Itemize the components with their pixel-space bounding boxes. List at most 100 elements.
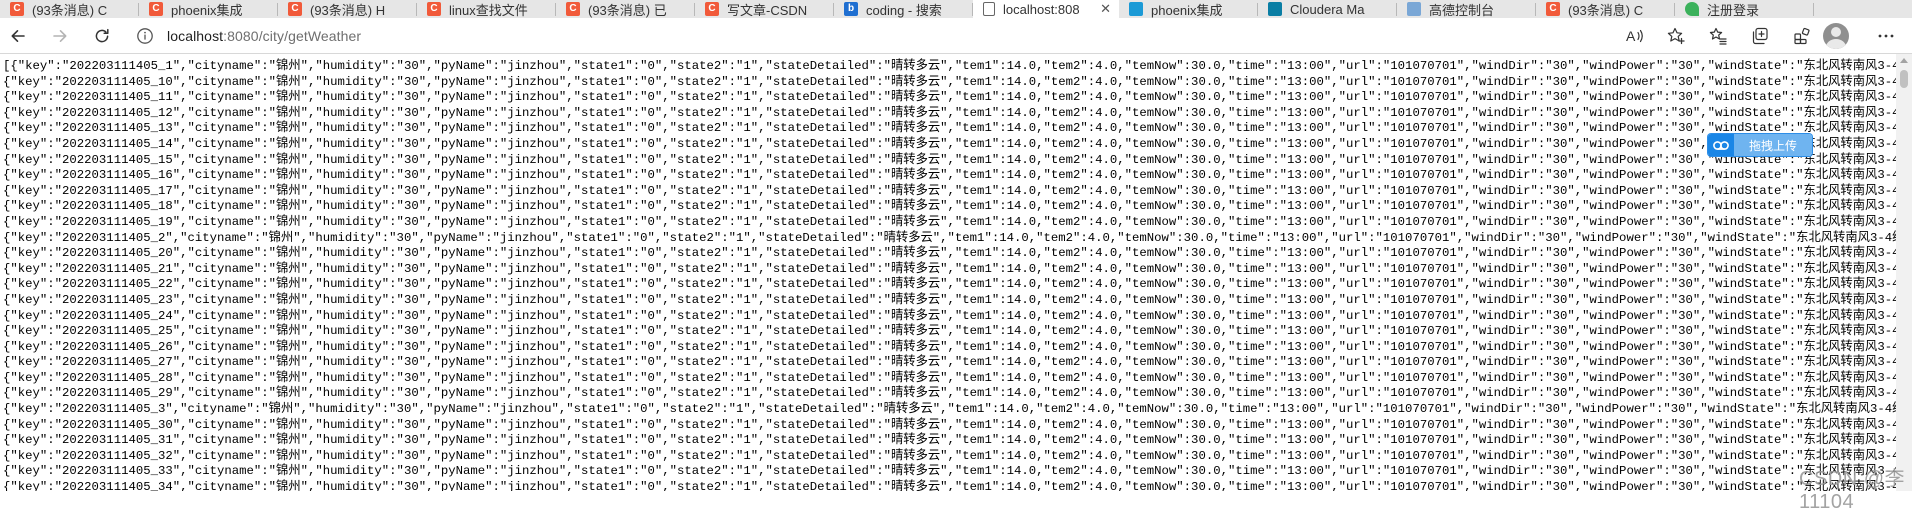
avatar-head (1831, 27, 1841, 37)
tab-9[interactable]: phoenix集成 (1119, 0, 1258, 18)
json-line: {"key":"202203111405_2","cityname":"锦州",… (3, 230, 1896, 245)
tab-separator (1813, 3, 1814, 16)
tab-title: linux查找文件 (449, 2, 528, 18)
json-line: {"key":"202203111405_25","cityname":"锦州"… (3, 324, 1896, 339)
tab-2[interactable]: Cphoenix集成 (139, 0, 278, 18)
arrow-left-icon (11, 30, 25, 42)
extensions-button[interactable] (1790, 24, 1814, 48)
baidu-cloud-icon (1713, 141, 1729, 150)
tab-title: localhost:808 (1003, 1, 1080, 17)
json-line: {"key":"202203111405_22","cityname":"锦州"… (3, 277, 1896, 292)
profile-avatar[interactable] (1823, 23, 1849, 49)
json-line: {"key":"202203111405_32","cityname":"锦州"… (3, 448, 1896, 463)
json-line: [{"key":"202203111405_1","cityname":"锦州"… (3, 59, 1896, 73)
upload-label: 拖拽上传 (1734, 134, 1812, 156)
csdn-icon: C (566, 2, 580, 16)
json-line: {"key":"202203111405_33","cityname":"锦州"… (3, 464, 1896, 479)
json-line: {"key":"202203111405_18","cityname":"锦州"… (3, 199, 1896, 214)
forward-button[interactable] (48, 24, 72, 48)
page-icon (983, 2, 995, 16)
json-line: {"key":"202203111405_29","cityname":"锦州"… (3, 386, 1896, 401)
csdn-icon: C (10, 2, 24, 16)
tab-title: (93条消息) C (32, 2, 108, 18)
url-path: :8080/city/getWeather (223, 28, 362, 44)
info-icon[interactable] (136, 27, 154, 45)
tab-13[interactable]: 注册登录 (1675, 0, 1814, 18)
favorites-button[interactable] (1706, 24, 1730, 48)
svg-text:A: A (1626, 28, 1636, 44)
tab-title: (93条消息) 已 (588, 2, 667, 18)
upload-icon-box (1708, 134, 1734, 156)
json-line: {"key":"202203111405_27","cityname":"锦州"… (3, 355, 1896, 370)
reload-button[interactable] (90, 24, 114, 48)
settings-menu-button[interactable] (1874, 24, 1898, 48)
web-icon (1129, 2, 1143, 16)
drag-upload-widget[interactable]: 拖拽上传 (1708, 134, 1812, 156)
tab-title: 写文章-CSDN (727, 2, 808, 18)
json-line: {"key":"202203111405_34","cityname":"锦州"… (3, 480, 1896, 491)
tab-4[interactable]: Clinux查找文件 (417, 0, 556, 18)
tab-title: 注册登录 (1707, 2, 1760, 18)
collections-button[interactable] (1748, 24, 1772, 48)
tab-6[interactable]: C 写文章-CSDN (695, 0, 834, 18)
tab-title: (93条消息) H (310, 2, 386, 18)
tab-12[interactable]: C (93条消息) C (1536, 0, 1675, 18)
json-line: {"key":"202203111405_3","cityname":"锦州",… (3, 402, 1896, 417)
tab-strip: C (93条消息) C Cphoenix集成 C (93条消息) H Clinux查找文件… (0, 0, 1912, 18)
tab-7[interactable]: b coding - 搜索 (834, 0, 973, 18)
tab-title: phoenix集成 (171, 2, 243, 18)
json-line: {"key":"202203111405_16","cityname":"锦州"… (3, 168, 1896, 183)
browser-toolbar: localhost:8080/city/getWeather A (0, 18, 1912, 54)
collections-icon (1752, 27, 1768, 45)
close-tab-icon[interactable]: ✕ (1100, 1, 1111, 17)
address-bar[interactable]: localhost:8080/city/getWeather (136, 21, 1616, 51)
tab-1[interactable]: C (93条消息) C (0, 0, 139, 18)
json-response: [{"key":"202203111405_1","cityname":"锦州"… (0, 54, 1896, 491)
json-line: {"key":"202203111405_12","cityname":"锦州"… (3, 105, 1896, 120)
more-icon (1878, 34, 1894, 38)
tab-5[interactable]: C (93条消息) 已 (556, 0, 695, 18)
reload-icon (95, 28, 109, 43)
json-line: {"key":"202203111405_21","cityname":"锦州"… (3, 261, 1896, 276)
csdn-icon: C (288, 2, 302, 16)
json-line: {"key":"202203111405_17","cityname":"锦州"… (3, 183, 1896, 198)
csdn-watermark: CSDN @李11104 (1799, 468, 1906, 513)
scroll-up-arrow-icon[interactable] (1900, 58, 1908, 63)
tab-11[interactable]: 高德控制台 (1397, 0, 1536, 18)
vertical-scrollbar[interactable] (1896, 54, 1912, 491)
json-line: {"key":"202203111405_20","cityname":"锦州"… (3, 246, 1896, 261)
plant-icon (1685, 2, 1699, 16)
url-host: localhost (167, 28, 224, 44)
favorites-list-icon (1709, 27, 1727, 45)
star-plus-icon (1667, 27, 1685, 45)
json-line: {"key":"202203111405_11","cityname":"锦州"… (3, 90, 1896, 105)
add-favorite-button[interactable] (1664, 24, 1688, 48)
json-line: {"key":"202203111405_23","cityname":"锦州"… (3, 292, 1896, 307)
json-line: {"key":"202203111405_24","cityname":"锦州"… (3, 308, 1896, 323)
tab-3[interactable]: C (93条消息) H (278, 0, 417, 18)
back-button[interactable] (6, 24, 30, 48)
json-line: {"key":"202203111405_26","cityname":"锦州"… (3, 339, 1896, 354)
tab-title: coding - 搜索 (866, 2, 942, 18)
read-aloud-button[interactable]: A (1623, 24, 1647, 48)
csdn-icon: C (705, 2, 719, 16)
tab-8[interactable]: localhost:808 ✕ (973, 0, 1119, 18)
page-content: [{"key":"202203111405_1","cityname":"锦州"… (0, 54, 1896, 491)
cloudera-icon (1268, 2, 1282, 16)
json-line: {"key":"202203111405_28","cityname":"锦州"… (3, 370, 1896, 385)
csdn-icon: C (427, 2, 441, 16)
amap-icon (1407, 2, 1421, 16)
json-line: {"key":"202203111405_31","cityname":"锦州"… (3, 433, 1896, 448)
arrow-right-icon (53, 30, 67, 42)
tab-title: (93条消息) C (1568, 2, 1644, 18)
scroll-thumb[interactable] (1900, 70, 1908, 88)
json-line: {"key":"202203111405_14","cityname":"锦州"… (3, 136, 1896, 151)
extensions-icon (1794, 27, 1810, 45)
csdn-icon: C (1546, 2, 1560, 16)
bing-icon: b (844, 2, 858, 16)
json-line: {"key":"202203111405_15","cityname":"锦州"… (3, 152, 1896, 167)
tab-title: 高德控制台 (1429, 2, 1495, 18)
url-text[interactable]: localhost:8080/city/getWeather (167, 28, 361, 44)
tab-10[interactable]: Cloudera Ma (1258, 0, 1397, 18)
avatar-body (1826, 39, 1846, 49)
